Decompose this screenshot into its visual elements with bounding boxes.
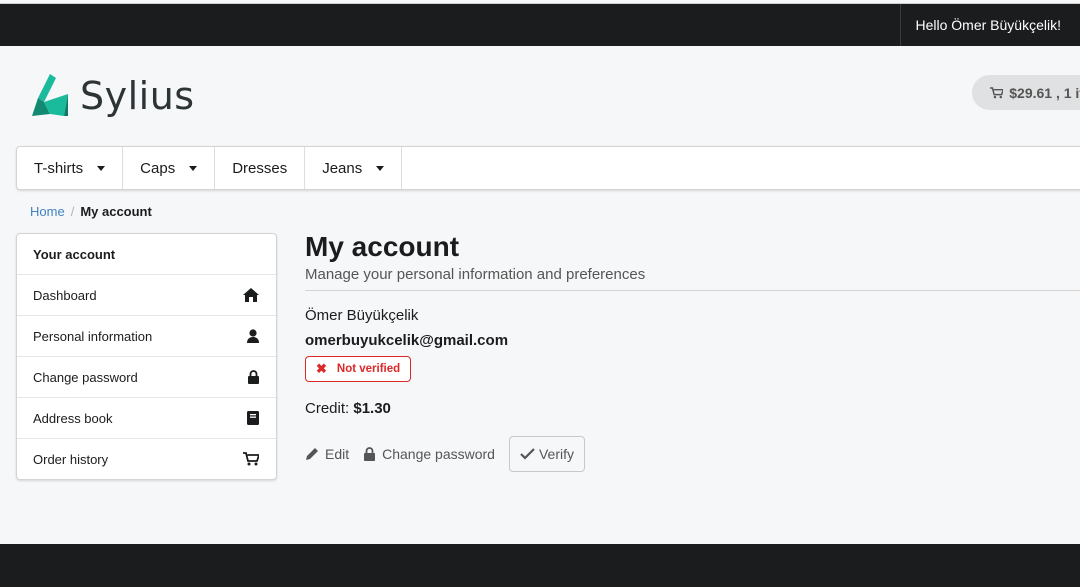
menu-item-label: Dresses	[232, 159, 288, 177]
customer-full-name: Ömer Büyükçelik	[305, 307, 419, 324]
home-icon	[243, 288, 259, 302]
verify-button-label: Verify	[538, 446, 574, 462]
cart-icon	[990, 86, 1004, 98]
dropdown-caret-icon	[376, 165, 385, 171]
header-divider	[305, 290, 1080, 291]
sylius-swan-icon	[32, 74, 68, 116]
sidebar-header: Your account	[17, 234, 276, 275]
dropdown-caret-icon	[97, 165, 106, 171]
status-badge-label: Not verified	[336, 363, 401, 375]
edit-button[interactable]: Edit	[305, 446, 349, 462]
cart-button[interactable]: $29.61 , 1 items	[972, 75, 1080, 110]
lock-icon	[248, 370, 259, 384]
sidebar-item-label: Order history	[33, 451, 109, 467]
menu-item-caps[interactable]: Caps	[123, 147, 216, 189]
menu-item-label: Jeans	[322, 159, 363, 177]
user-icon	[247, 329, 259, 343]
menu-item-label: T-shirts	[34, 159, 84, 177]
breadcrumb-home-link[interactable]: Home	[30, 204, 65, 219]
menu-item-dresses[interactable]: Dresses	[215, 147, 306, 189]
change-password-button-label: Change password	[382, 446, 495, 462]
sidebar-item-label: Address book	[33, 410, 113, 426]
pencil-icon	[306, 448, 318, 460]
status-badge: ✖ Not verified	[305, 356, 412, 382]
account-actions: Edit Change password Verify	[305, 436, 585, 472]
sidebar-item-dashboard[interactable]: Dashboard	[17, 275, 276, 316]
lock-icon	[364, 447, 376, 461]
customer-email: omerbuyukcelik@gmail.com	[305, 332, 509, 349]
user-greeting: Hello Ömer Büyükçelik!	[899, 4, 1080, 46]
change-password-button[interactable]: Change password	[363, 446, 495, 462]
breadcrumb-current: My account	[80, 204, 152, 219]
dropdown-caret-icon	[189, 165, 198, 171]
edit-button-label: Edit	[325, 446, 350, 462]
sidebar-item-personal-information[interactable]: Personal information	[17, 316, 276, 357]
menu-item-label: Caps	[140, 159, 176, 177]
menu-item-jeans[interactable]: Jeans	[305, 147, 403, 189]
sidebar-item-change-password[interactable]: Change password	[17, 357, 276, 398]
brand-name: Sylius	[80, 74, 195, 118]
customer-credit: Credit: $1.30	[305, 400, 391, 417]
breadcrumb-separator: /	[70, 204, 75, 219]
credit-label: Credit:	[305, 400, 350, 417]
menu-item-tshirts[interactable]: T-shirts	[17, 147, 124, 189]
page-header: My account	[305, 230, 459, 264]
page-subtitle: Manage your personal information and pre…	[305, 266, 646, 283]
page-title: My account	[305, 231, 460, 262]
book-icon	[247, 411, 259, 425]
close-icon: ✖	[316, 361, 327, 376]
cart-icon	[243, 452, 259, 466]
checkmark-icon	[520, 448, 535, 460]
sidebar-item-label: Personal information	[33, 328, 153, 344]
sylius-logo[interactable]: Sylius	[30, 74, 195, 118]
sidebar-item-label: Dashboard	[33, 287, 97, 303]
cart-summary: $29.61 , 1 items	[1009, 84, 1080, 101]
breadcrumb: Home / My account	[30, 204, 152, 219]
sidebar-item-address-book[interactable]: Address book	[17, 398, 276, 439]
verify-button[interactable]: Verify	[508, 436, 585, 472]
credit-value: $1.30	[353, 400, 391, 417]
category-menu: T-shirts Caps Dresses Jeans	[16, 146, 1080, 190]
sidebar-item-order-history[interactable]: Order history	[17, 439, 276, 479]
top-bar: Hello Ömer Büyükçelik!	[0, 3, 1080, 46]
account-sidebar: Your account Dashboard Personal informat…	[16, 233, 277, 480]
sidebar-item-label: Change password	[33, 369, 138, 385]
footer	[0, 544, 1080, 587]
